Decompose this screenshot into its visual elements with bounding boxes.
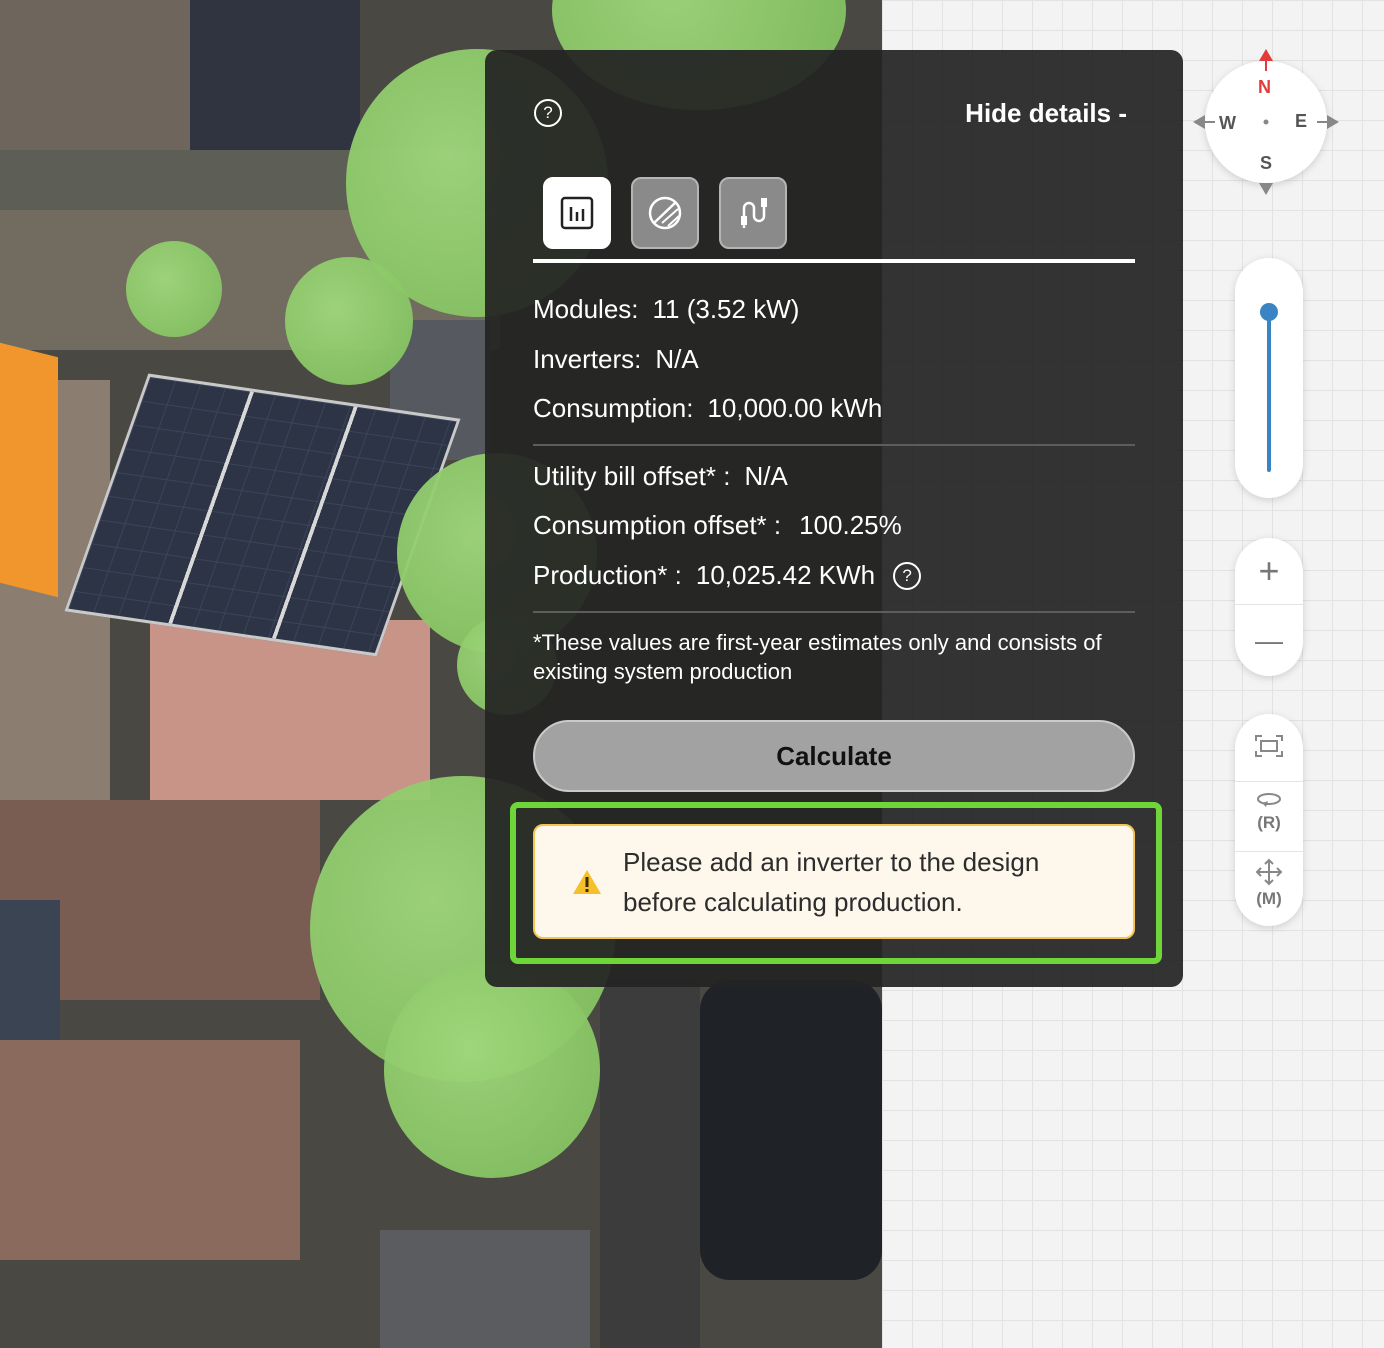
hide-details-button[interactable]: Hide details - xyxy=(965,98,1127,129)
divider xyxy=(533,444,1135,446)
bar-chart-icon xyxy=(560,196,594,230)
production-help-icon[interactable]: ? xyxy=(893,561,922,590)
solar-panel-array[interactable] xyxy=(64,373,461,657)
compass[interactable]: N S W E xyxy=(1193,49,1339,195)
compass-west-label: W xyxy=(1219,113,1236,133)
slider-handle[interactable] xyxy=(1260,303,1278,321)
utility-offset-row: Utility bill offset* : N/A xyxy=(533,461,788,492)
compass-south-label: S xyxy=(1260,153,1273,173)
consumption-row: Consumption: 10,000.00 kWh xyxy=(533,393,882,424)
move-shortcut-label: (M) xyxy=(1256,889,1282,908)
pool xyxy=(700,980,882,1280)
orange-roof xyxy=(0,342,58,598)
roof-block xyxy=(380,1230,590,1348)
tree-obstruction[interactable] xyxy=(384,962,600,1178)
estimate-note: *These values are first-year estimates o… xyxy=(533,630,1102,684)
warning-icon xyxy=(573,869,601,894)
inverters-row: Inverters: N/A xyxy=(533,344,699,375)
fit-view-button[interactable] xyxy=(1235,734,1303,758)
rotate-shortcut-label: (R) xyxy=(1257,813,1281,832)
fit-screen-icon xyxy=(1255,735,1283,757)
divider xyxy=(1235,604,1303,605)
modules-label: Modules: xyxy=(533,294,639,324)
divider xyxy=(1235,781,1303,782)
tilt-slider[interactable] xyxy=(1235,258,1303,498)
rotate-tool-button[interactable]: (R) xyxy=(1235,791,1303,833)
details-tabs xyxy=(543,177,787,249)
move-tool-button[interactable]: (M) xyxy=(1235,857,1303,909)
production-value: 10,025.42 KWh xyxy=(695,560,876,590)
rotate-icon xyxy=(1257,793,1281,807)
roof-block xyxy=(0,0,200,150)
compass-north-label: N xyxy=(1258,77,1271,97)
ground-block xyxy=(600,980,700,1348)
plug-cable-icon xyxy=(741,198,767,228)
tree-obstruction[interactable] xyxy=(126,241,222,337)
compass-east-label: E xyxy=(1295,111,1308,131)
inverters-value: N/A xyxy=(655,344,699,374)
roof-block xyxy=(190,0,360,160)
system-details-panel: ? Hide details - Modules: 11 (3.52 kW) I… xyxy=(485,50,1183,987)
tab-production-chart[interactable] xyxy=(543,177,611,249)
zoom-in-button[interactable]: + xyxy=(1235,538,1303,604)
production-label: Production* : xyxy=(533,560,682,590)
divider xyxy=(533,611,1135,613)
alert-message: Please add an inverter to the design bef… xyxy=(623,846,1040,917)
modules-row: Modules: 11 (3.52 kW) xyxy=(533,294,799,325)
tab-shading[interactable] xyxy=(631,177,699,249)
slider-track xyxy=(1267,310,1271,472)
roof-block xyxy=(150,620,430,800)
consumption-label: Consumption: xyxy=(533,393,694,423)
inverter-warning-alert: Please add an inverter to the design bef… xyxy=(533,824,1135,939)
consumption-value: 10,000.00 kWh xyxy=(707,393,883,423)
consumption-offset-row: Consumption offset* : 100.25% xyxy=(533,510,902,541)
divider xyxy=(1235,851,1303,852)
utility-offset-label: Utility bill offset* : xyxy=(533,461,731,491)
roof-block xyxy=(0,1040,300,1260)
tree-obstruction[interactable] xyxy=(285,257,413,385)
shading-icon xyxy=(648,196,682,230)
production-row: Production* : 10,025.42 KWh ? xyxy=(533,560,922,591)
tab-electrical[interactable] xyxy=(719,177,787,249)
help-icon[interactable]: ? xyxy=(534,99,562,127)
zoom-controls: + — xyxy=(1235,538,1303,676)
consumption-offset-value: 100.25% xyxy=(799,510,902,540)
modules-value: 11 (3.52 kW) xyxy=(652,294,800,324)
tab-underline xyxy=(533,259,1135,263)
inverters-label: Inverters: xyxy=(533,344,642,374)
calculate-button[interactable]: Calculate xyxy=(533,720,1135,792)
roof-block xyxy=(0,900,60,1060)
view-tools: (R) (M) xyxy=(1235,714,1303,926)
utility-offset-value: N/A xyxy=(744,461,788,491)
consumption-offset-label: Consumption offset* : xyxy=(533,510,782,540)
move-arrows-icon xyxy=(1255,858,1283,886)
zoom-out-button[interactable]: — xyxy=(1235,608,1303,674)
